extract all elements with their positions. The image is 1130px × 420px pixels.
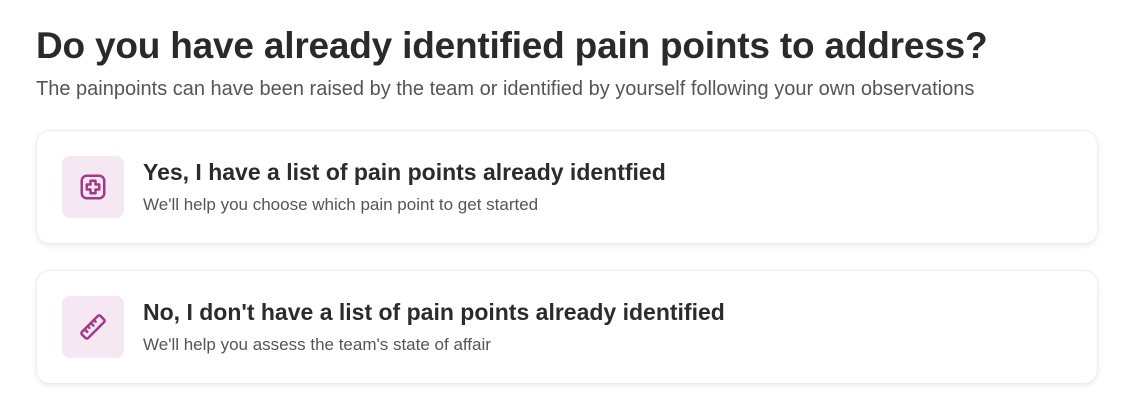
option-title: Yes, I have a list of pain points alread…	[143, 159, 666, 185]
option-title: No, I don't have a list of pain points a…	[143, 299, 725, 325]
medical-cross-icon	[62, 156, 124, 218]
ruler-icon	[62, 296, 124, 358]
option-card-no[interactable]: No, I don't have a list of pain points a…	[36, 270, 1098, 384]
option-card-yes[interactable]: Yes, I have a list of pain points alread…	[36, 130, 1098, 244]
option-description: We'll help you assess the team's state o…	[143, 335, 491, 354]
option-description: We'll help you choose which pain point t…	[143, 195, 539, 214]
page-title: Do you have already identified pain poin…	[36, 25, 988, 66]
page-subtitle: The painpoints can have been raised by t…	[36, 78, 975, 100]
pain-points-question: Do you have already identified pain poin…	[36, 24, 1098, 384]
option-list: Yes, I have a list of pain points alread…	[36, 130, 1098, 384]
